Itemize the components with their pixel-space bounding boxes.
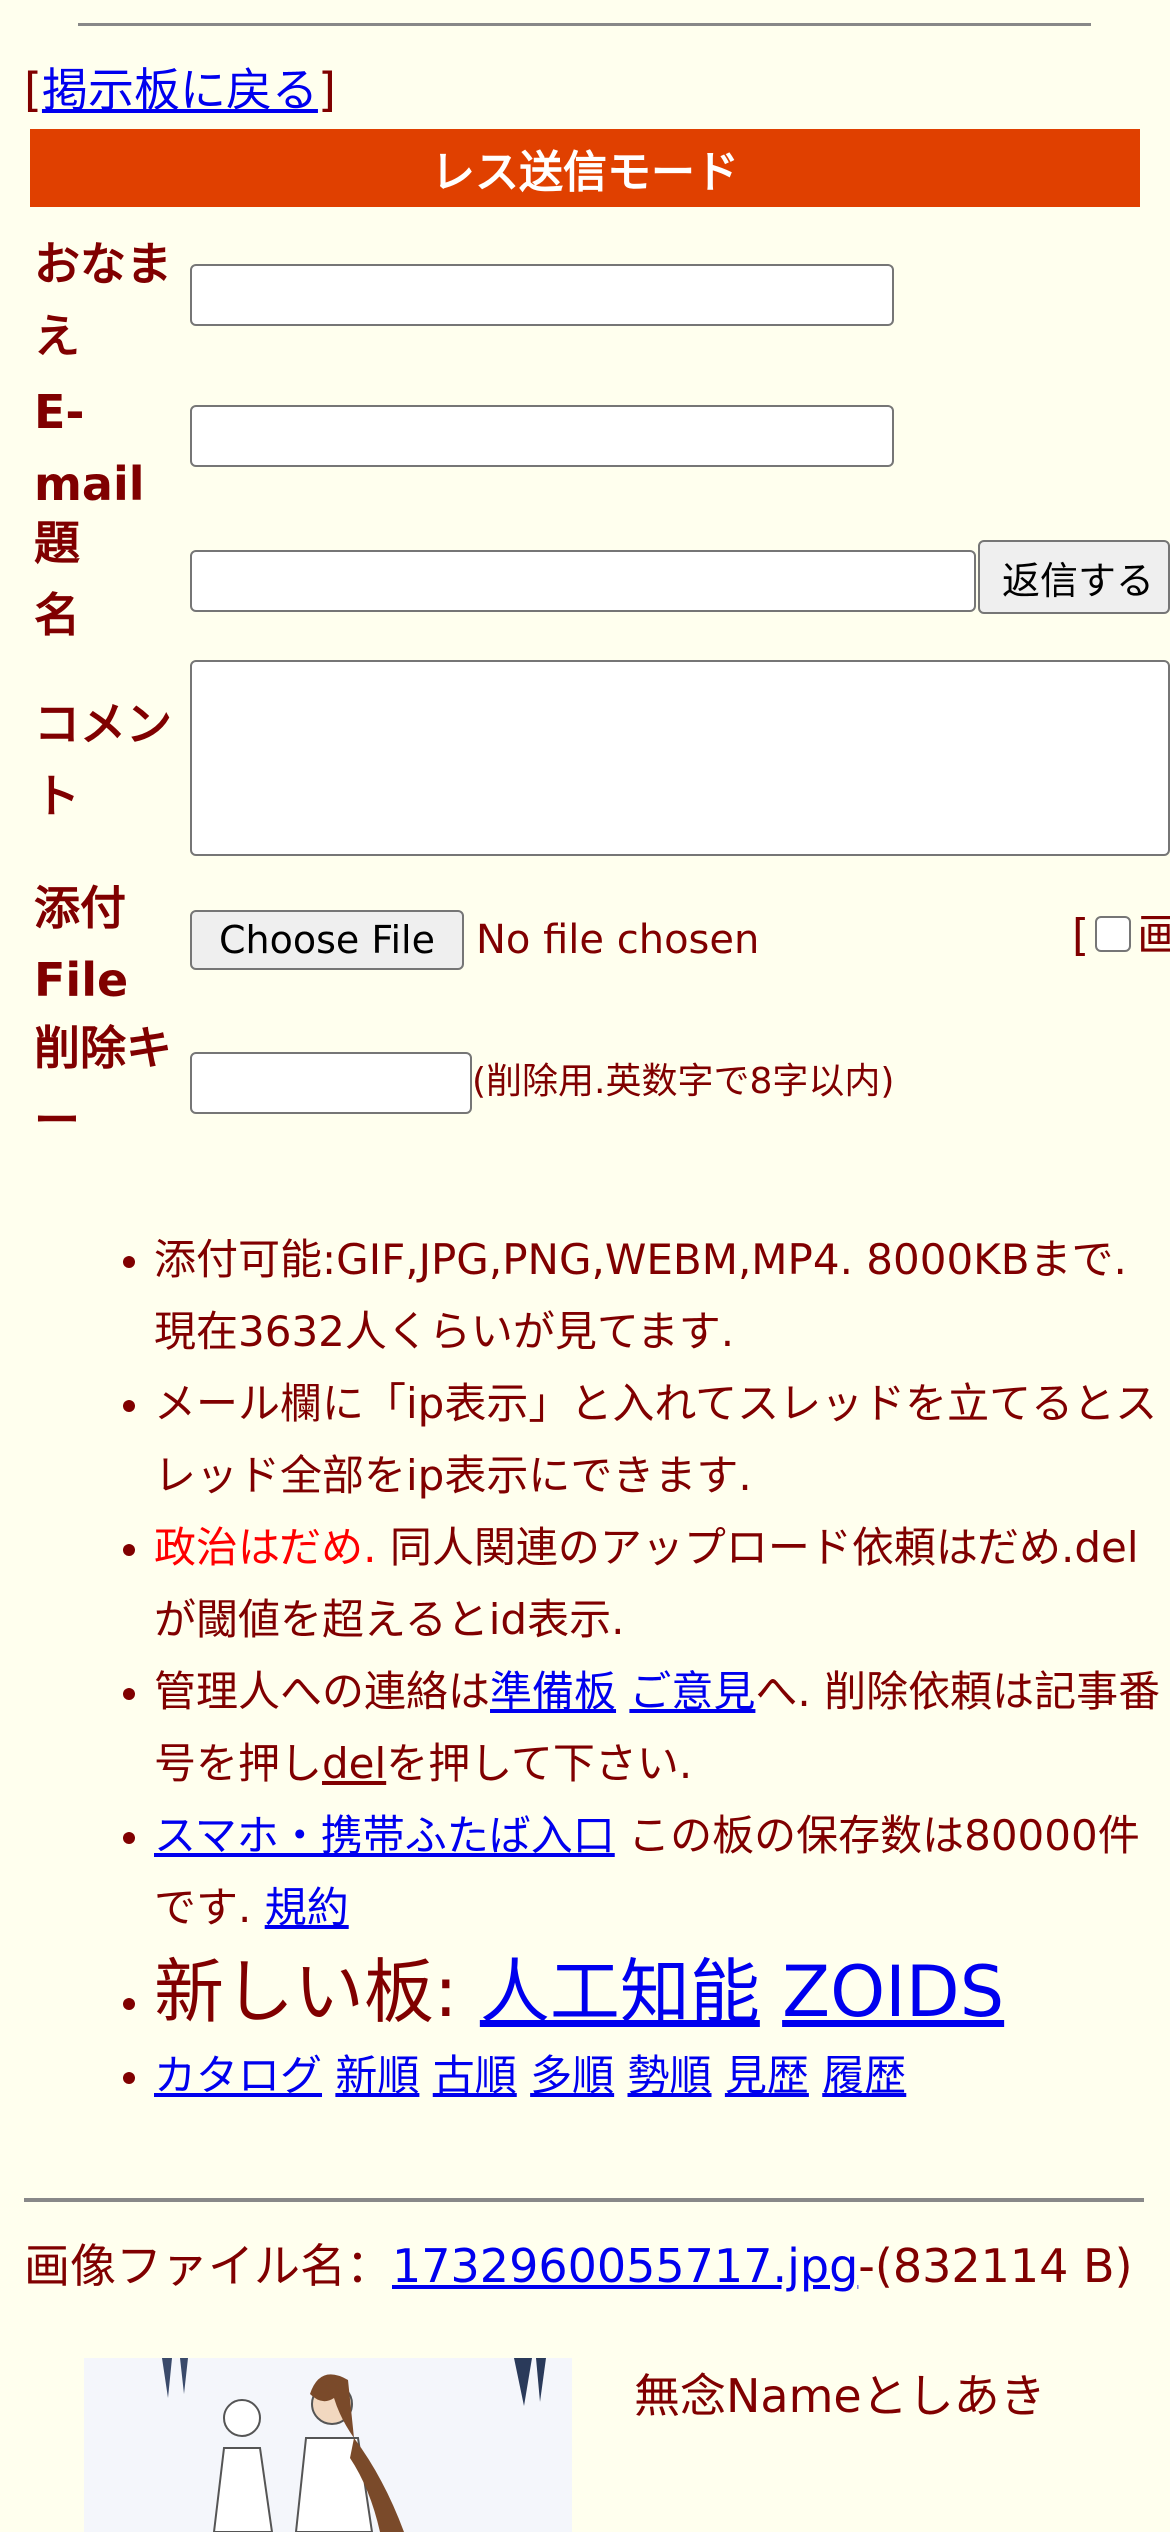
- bottom-divider: [24, 2198, 1144, 2202]
- image-file-info: 画像ファイル名：1732960055717.jpg-(832114 B): [24, 2236, 1154, 2296]
- zoids-board-link[interactable]: ZOIDS: [782, 1951, 1004, 2033]
- note-contact-text: 管理人への連絡は: [154, 1667, 491, 1716]
- note-sort-links: カタログ 新順 古順 多順 勢順 見歴 履歴: [154, 2040, 1170, 2112]
- del-text: del: [322, 1739, 387, 1788]
- image-file-link[interactable]: 1732960055717.jpg: [392, 2239, 858, 2293]
- picture-checkbox[interactable]: [1095, 916, 1132, 952]
- delkey-label: 削除キー: [34, 1021, 172, 1147]
- note-new-boards: 新しい板: 人工知能 ZOIDS: [154, 1944, 1170, 2040]
- post-history-link[interactable]: 履歴: [822, 2051, 906, 2100]
- sort-momentum-link[interactable]: 勢順: [628, 2051, 712, 2100]
- note-contact: 管理人への連絡は準備板 ご意見へ. 削除依頼は記事番号を押しdelを押して下さい…: [154, 1656, 1170, 1800]
- name-input[interactable]: [190, 264, 894, 326]
- note-ip-text: メール欄に「ip表示」と入れてスレッドを立てるとスレッド全部をip表示にできます…: [154, 1379, 1158, 1500]
- view-history-link[interactable]: 見歴: [725, 2051, 809, 2100]
- board-notes: 添付可能:GIF,JPG,PNG,WEBM,MP4. 8000KBまで. 現在3…: [0, 1224, 1170, 2112]
- poster-name: 無念Nameとしあき: [634, 2369, 1046, 2423]
- back-to-board: [掲示板に戻る]: [24, 58, 336, 122]
- reply-submit-button[interactable]: 返信する: [978, 540, 1170, 614]
- note-ip-display: メール欄に「ip表示」と入れてスレッドを立てるとスレッド全部をip表示にできます…: [154, 1368, 1170, 1512]
- bracket-open-2: [: [1072, 910, 1090, 961]
- note-mobile: スマホ・携帯ふたば入口 この板の保存数は80000件です. 規約: [154, 1800, 1170, 1944]
- thumbnail-illustration: [84, 2358, 572, 2532]
- feedback-link[interactable]: ご意見: [629, 1667, 755, 1716]
- comment-label: コメント: [34, 697, 172, 823]
- sort-oldest-link[interactable]: 古順: [433, 2051, 517, 2100]
- picture-option-label: 画: [1137, 910, 1170, 961]
- top-divider: [78, 23, 1091, 26]
- note-politics-warning: 政治はだめ.: [154, 1523, 377, 1572]
- back-to-board-link[interactable]: 掲示板に戻る: [42, 63, 318, 117]
- note-attach-text: 添付可能:GIF,JPG,PNG,WEBM,MP4. 8000KBまで. 現在3…: [154, 1235, 1127, 1356]
- ai-board-link[interactable]: 人工知能: [480, 1951, 760, 2033]
- catalog-link[interactable]: カタログ: [154, 2051, 322, 2100]
- picture-option: [画: [1072, 906, 1170, 966]
- prep-board-link[interactable]: 準備板: [490, 1667, 616, 1716]
- delkey-input[interactable]: [190, 1052, 472, 1114]
- bracket-close: ]: [317, 63, 336, 117]
- note-delete-end: を押して下さい.: [386, 1739, 693, 1788]
- comment-textarea[interactable]: [190, 660, 1170, 856]
- terms-link[interactable]: 規約: [265, 1883, 349, 1932]
- email-label: E-mail: [34, 385, 145, 511]
- post-thumbnail[interactable]: [84, 2358, 572, 2532]
- sort-newest-link[interactable]: 新順: [335, 2051, 419, 2100]
- note-attach-limits: 添付可能:GIF,JPG,PNG,WEBM,MP4. 8000KBまで. 現在3…: [154, 1224, 1170, 1368]
- file-size: -(832114 B): [858, 2239, 1133, 2293]
- choose-file-button[interactable]: Choose File: [190, 910, 464, 970]
- file-label: 画像ファイル名：: [24, 2239, 392, 2293]
- note-rules: 政治はだめ. 同人関連のアップロード依頼はだめ.delが閾値を超えるとid表示.: [154, 1512, 1170, 1656]
- sort-most-link[interactable]: 多順: [530, 2051, 614, 2100]
- bracket-open: [: [24, 63, 42, 117]
- no-file-status: No file chosen: [476, 917, 760, 963]
- new-boards-label: 新しい板:: [154, 1951, 480, 2033]
- subject-label: 題名: [34, 516, 80, 642]
- email-input[interactable]: [190, 405, 894, 467]
- delkey-hint: (削除用.英数字で8字以内): [472, 1061, 895, 1102]
- subject-input[interactable]: [190, 550, 976, 612]
- mobile-entrance-link[interactable]: スマホ・携帯ふたば入口: [154, 1811, 615, 1860]
- name-label: おなまえ: [34, 237, 172, 363]
- attach-label: 添付File: [34, 881, 129, 1007]
- reply-mode-banner: レス送信モード: [30, 129, 1140, 207]
